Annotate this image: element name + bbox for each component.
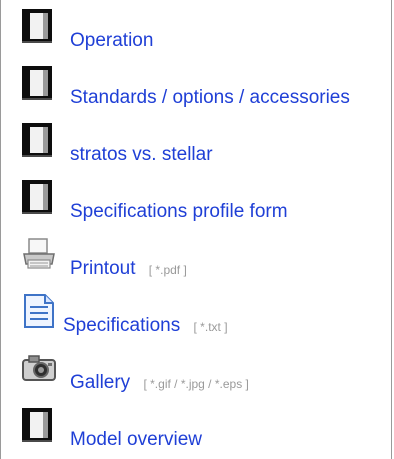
file-extension-text: [ *.pdf ] [148,263,187,277]
menu-item-standards-options-accessories[interactable]: Standards / options / accessories [15,63,385,109]
menu-item-specifications-txt[interactable]: Specifications [ *.txt ] [15,291,385,338]
menu-item-text[interactable]: stratos vs. stellar [70,144,213,165]
menu-item-label[interactable]: Gallery [ *.gif / *.jpg / *.eps ] [70,372,249,395]
menu-item-text[interactable]: Printout [70,258,135,279]
file-extension-text: [ *.txt ] [193,320,228,334]
document-icon [22,408,52,442]
menu-item-text[interactable]: Specifications [63,315,180,336]
menu-item-model-overview[interactable]: Model overview [15,405,385,451]
menu-item-printout[interactable]: Printout [ *.pdf ] [15,234,385,281]
menu-item-operation[interactable]: Operation [15,6,385,52]
menu-item-label[interactable]: Specifications [ *.txt ] [63,315,228,338]
menu-item-gallery[interactable]: Gallery [ *.gif / *.jpg / *.eps ] [15,348,385,395]
menu-item-label[interactable]: Printout [ *.pdf ] [70,258,187,281]
menu-item-label[interactable]: stratos vs. stellar [70,144,213,166]
menu-item-label[interactable]: Model overview [70,429,202,451]
camera-icon [22,355,56,381]
menu-item-label[interactable]: Operation [70,30,153,52]
document-icon [22,180,52,214]
menu-panel-frame: Operation Standards / options / accessor… [0,0,392,459]
menu-item-label[interactable]: Specifications profile form [70,201,288,223]
menu-item-text[interactable]: Operation [70,30,153,51]
menu-item-stratos-vs-stellar[interactable]: stratos vs. stellar [15,120,385,166]
menu-item-specifications-profile-form[interactable]: Specifications profile form [15,177,385,223]
document-icon [22,123,52,157]
menu-item-text[interactable]: Gallery [70,372,130,393]
text-file-icon [24,294,54,328]
menu-item-text[interactable]: Model overview [70,429,202,450]
menu-item-text[interactable]: Specifications profile form [70,201,288,222]
document-icon [22,9,52,43]
menu-item-label[interactable]: Standards / options / accessories [70,87,350,109]
document-icon [22,66,52,100]
menu-item-text[interactable]: Standards / options / accessories [70,87,350,108]
file-extension-text: [ *.gif / *.jpg / *.eps ] [143,377,249,391]
printer-icon [23,238,55,269]
